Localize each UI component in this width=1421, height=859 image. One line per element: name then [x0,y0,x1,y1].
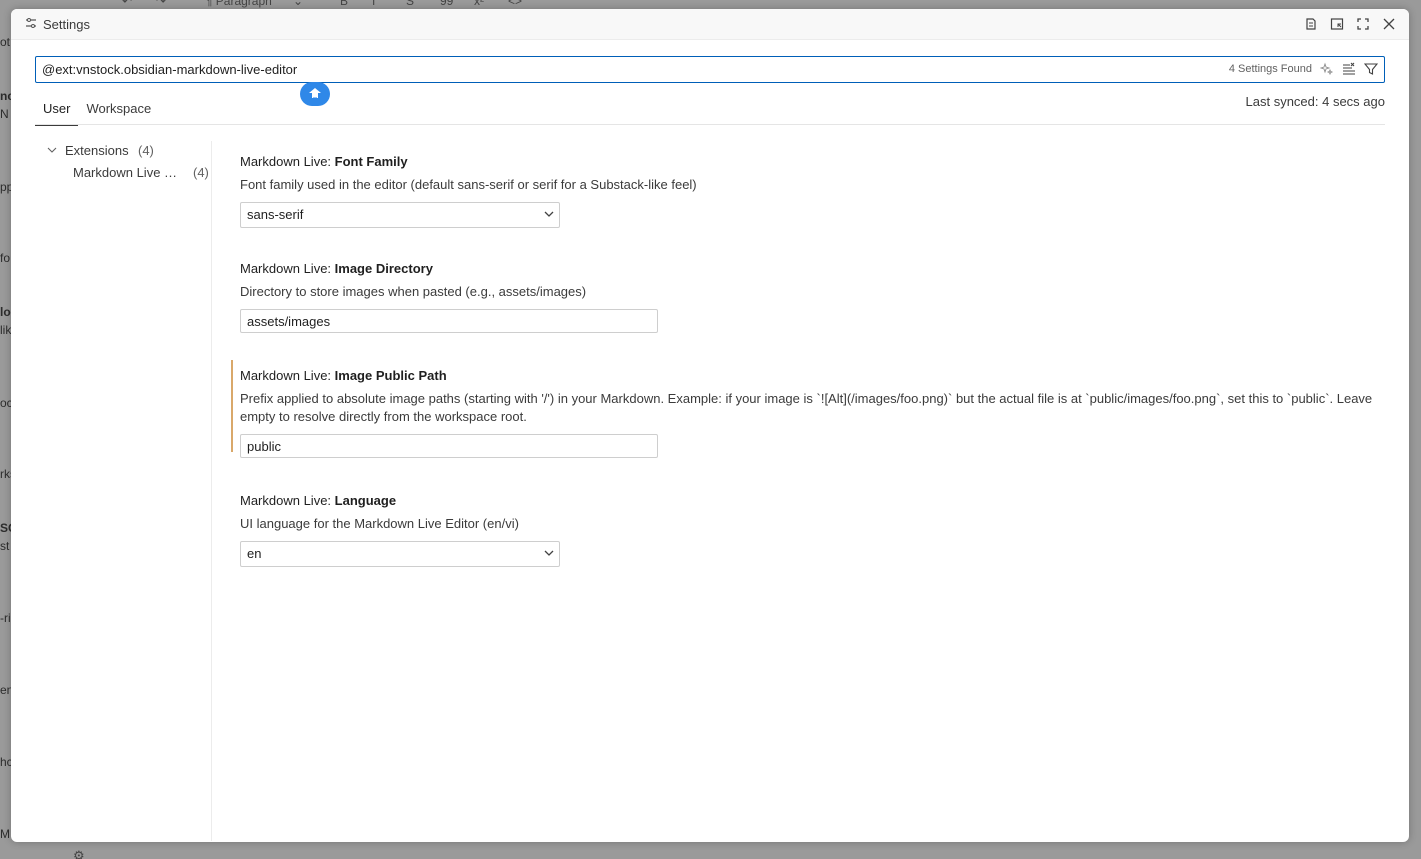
bg-fragment: oc [0,396,11,410]
search-actions [1318,60,1380,78]
bg-fragment: N [0,107,9,121]
settings-dialog: Settings 4 Settings Found [11,9,1409,842]
bg-fragment: rks [0,467,11,481]
toc-group-count: (4) [138,143,154,158]
setting-name: Font Family [334,154,408,169]
chevron-down-icon [543,208,555,223]
bg-fragment: lo [0,305,11,319]
setting-language: Markdown Live: Language UI language for … [240,492,1380,567]
bg-redo-icon: ↷ [156,0,167,8]
toc-group-label: Extensions [65,143,129,158]
settings-sliders-icon [25,17,37,32]
settings-toc: Extensions (4) Markdown Live Editor (4) [35,141,211,185]
setting-description: UI language for the Markdown Live Editor… [240,516,519,531]
filter-icon[interactable] [1362,60,1380,78]
bg-fragment: nc [0,89,11,103]
chevron-down-icon [543,547,555,562]
bg-fragment: lik [0,323,11,337]
bg-fragment: -ri [0,611,11,625]
bg-gear-icon: ⚙ [73,848,85,859]
last-synced-status: Last synced: 4 secs ago [1245,94,1385,109]
bg-fragment: SC [0,521,11,535]
tabs-divider [35,124,1385,125]
setting-title: Markdown Live: Font Family [240,153,1380,171]
setting-category: Markdown Live: [240,261,335,276]
bg-quote-icon: 99 [440,0,454,8]
bg-code-icon: <> [508,0,523,8]
dialog-title: Settings [43,17,90,32]
bg-paragraph-select: ¶ Paragraph [206,0,272,8]
image-directory-input[interactable] [240,309,658,333]
bg-fragment: hc [0,755,11,769]
settings-tabs: User Workspace [35,99,159,126]
background-sidebar: ot nc N pp fo lo lik oc rks SC st -ri en… [0,0,11,859]
select-value: sans-serif [247,207,304,222]
bg-superscript-icon: x² [474,0,484,8]
font-family-select[interactable]: sans-serif [240,202,560,228]
setting-title: Markdown Live: Language [240,492,1380,510]
sparkle-icon[interactable] [1318,60,1336,78]
bg-fragment: st [0,539,10,553]
maximize-icon[interactable] [1353,14,1373,34]
image-public-path-input[interactable] [240,434,658,458]
bg-italic-icon: I [372,0,376,8]
tab-workspace[interactable]: Workspace [78,99,159,125]
bg-bold-icon: B [340,0,349,8]
search-input[interactable] [42,57,1202,82]
bg-fragment: ME [0,827,11,841]
setting-category: Markdown Live: [240,368,335,383]
setting-name: Language [334,493,397,508]
toc-item-count: (4) [193,165,209,180]
setting-name: Image Directory [334,261,433,276]
select-value: en [247,546,262,561]
setting-font-family: Markdown Live: Font Family Font family u… [240,153,1380,228]
close-icon[interactable] [1379,14,1399,34]
toc-item-label: Markdown Live Editor [73,165,185,180]
toc-divider [211,141,212,841]
toc-item-markdown-live-editor[interactable]: Markdown Live Editor (4) [35,163,211,185]
chevron-down-icon [47,141,61,161]
bg-fragment: pp [0,180,11,194]
setting-name: Image Public Path [334,368,447,383]
bg-fragment: en [0,683,11,697]
setting-image-public-path: Markdown Live: Image Public Path Prefix … [231,360,1380,458]
split-icon[interactable] [1327,14,1347,34]
setting-category: Markdown Live: [240,493,335,508]
bg-strike-icon: S [406,0,415,8]
floating-action-icon[interactable] [300,82,330,106]
toc-item-extensions[interactable]: Extensions (4) [35,141,211,163]
setting-title: Markdown Live: Image Directory [240,260,1380,278]
search-result-count: 4 Settings Found [1228,63,1312,75]
setting-title: Markdown Live: Image Public Path [240,367,1380,385]
clear-filter-icon[interactable] [1340,60,1358,78]
dialog-titlebar: Settings [11,9,1409,40]
setting-description: Font family used in the editor (default … [240,177,697,192]
setting-image-directory: Markdown Live: Image Directory Directory… [240,260,1380,333]
search-box: 4 Settings Found [35,56,1385,83]
open-json-icon[interactable] [1301,14,1321,34]
language-select[interactable]: en [240,541,560,567]
bg-chevron-icon: ⌄ [293,0,304,8]
setting-category: Markdown Live: [240,154,335,169]
tab-user[interactable]: User [35,99,79,126]
bg-fragment: ot [0,35,11,49]
bg-fragment: fo [0,251,11,265]
setting-description: Prefix applied to absolute image paths (… [240,391,1373,424]
setting-description: Directory to store images when pasted (e… [240,284,587,299]
dialog-actions [1301,14,1399,34]
bg-undo-icon: ↶ [122,0,133,8]
